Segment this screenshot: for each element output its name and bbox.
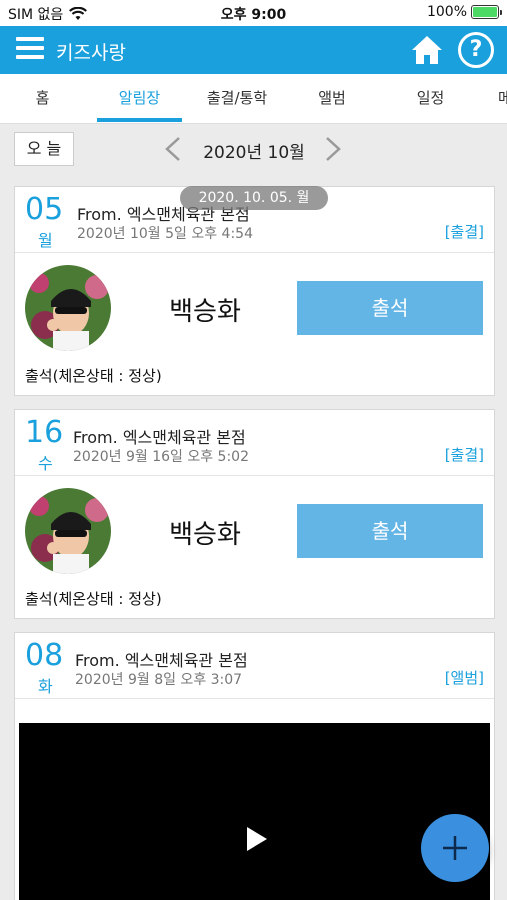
tab-notice[interactable]: 알림장	[97, 74, 182, 123]
tab-more[interactable]: 메	[498, 74, 507, 123]
tab-schedule[interactable]: 일정	[388, 74, 473, 123]
chevron-right-icon[interactable]	[322, 136, 344, 162]
app-title: 키즈사랑	[56, 42, 126, 64]
attendance-button[interactable]: 출석	[297, 281, 483, 335]
tab-bar: 홈 알림장 출결/통학 앨범 일정 메	[0, 74, 507, 124]
post-datetime: 2020년 10월 5일 오후 4:54	[77, 226, 253, 242]
attendance-status: 출석(체온상태 : 정상)	[25, 590, 162, 608]
notice-feed[interactable]: 05 월 From. 엑스맨체육관 본점 2020년 10월 5일 오후 4:5…	[0, 176, 507, 900]
today-button[interactable]: 오 늘	[14, 132, 74, 166]
sender-text: From. 엑스맨체육관 본점	[73, 428, 246, 447]
category-tag: [앨범]	[444, 669, 484, 687]
card-header: 16 수 From. 엑스맨체육관 본점 2020년 9월 16일 오후 5:0…	[15, 410, 494, 476]
status-bar: SIM 없음 오후 9:00 100%	[0, 0, 507, 26]
card-body: 백승화 출석 출석(체온상태 : 정상)	[15, 253, 494, 395]
weekday: 월	[38, 231, 53, 250]
hamburger-menu-icon[interactable]	[16, 37, 44, 61]
weekday: 수	[38, 454, 53, 473]
month-label: 2020년 10월	[203, 143, 305, 163]
sender-text: From. 엑스맨체육관 본점	[75, 651, 248, 670]
add-button[interactable]	[421, 814, 489, 882]
card-body: 백승화 출석 출석(체온상태 : 정상)	[15, 476, 494, 618]
app-bar: 키즈사랑 ?	[0, 26, 507, 74]
post-datetime: 2020년 9월 8일 오후 3:07	[75, 672, 243, 688]
tab-attendance[interactable]: 출결/통학	[192, 74, 282, 123]
help-icon[interactable]: ?	[458, 32, 494, 68]
battery-percent: 100%	[426, 4, 467, 20]
avatar	[25, 488, 111, 574]
weekday: 화	[38, 677, 53, 696]
day-number: 16	[25, 415, 64, 450]
chevron-left-icon[interactable]	[162, 136, 184, 162]
post-datetime: 2020년 9월 16일 오후 5:02	[73, 449, 249, 465]
status-right: 100%	[426, 4, 502, 20]
tab-active-indicator	[97, 118, 182, 122]
day-number: 05	[25, 192, 64, 227]
date-navigation: 오 늘 2020년 10월	[0, 124, 507, 176]
battery-icon	[471, 5, 502, 19]
category-tag: [출결]	[444, 446, 484, 464]
category-tag: [출결]	[444, 223, 484, 241]
notice-card[interactable]: 16 수 From. 엑스맨체육관 본점 2020년 9월 16일 오후 5:0…	[14, 409, 495, 619]
notice-card[interactable]: 05 월 From. 엑스맨체육관 본점 2020년 10월 5일 오후 4:5…	[14, 186, 495, 396]
child-name: 백승화	[169, 520, 241, 550]
attendance-button[interactable]: 출석	[297, 504, 483, 558]
play-icon[interactable]	[245, 825, 269, 853]
plus-icon	[443, 836, 467, 860]
home-icon[interactable]	[410, 34, 444, 66]
avatar	[25, 265, 111, 351]
scroll-date-overlay: 2020. 10. 05. 월	[180, 186, 328, 210]
tab-home[interactable]: 홈	[0, 74, 85, 123]
attendance-status: 출석(체온상태 : 정상)	[25, 367, 162, 385]
tab-album[interactable]: 앨범	[292, 74, 372, 123]
day-number: 08	[25, 638, 64, 673]
card-header: 08 화 From. 엑스맨체육관 본점 2020년 9월 8일 오후 3:07…	[15, 633, 494, 699]
video-player[interactable]	[19, 723, 490, 900]
child-name: 백승화	[169, 297, 241, 327]
